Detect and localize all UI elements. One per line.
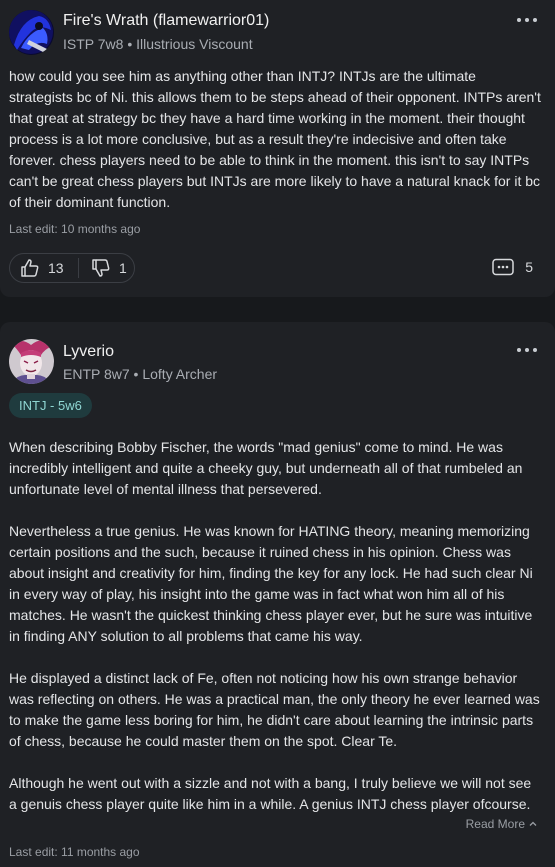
reaction-bar: 13 1 (9, 253, 135, 283)
dislike-button[interactable]: 1 (78, 258, 127, 278)
author-meta: ENTP 8w7 • Lofty Archer (63, 366, 218, 382)
like-count: 13 (48, 260, 64, 276)
thumbs-down-icon (92, 259, 110, 277)
more-options-icon[interactable] (517, 17, 537, 23)
avatar-image (9, 10, 54, 55)
post-paragraph: Although he went out with a sizzle and n… (9, 775, 532, 812)
post-paragraph: He displayed a distinct lack of Fe, ofte… (9, 670, 540, 749)
more-options-icon[interactable] (517, 347, 537, 353)
thumbs-up-icon (21, 259, 39, 277)
author-name[interactable]: Lyverio (63, 343, 114, 361)
like-button[interactable]: 13 (10, 254, 78, 282)
comment-icon (492, 258, 514, 276)
author-name[interactable]: Fire's Wrath (flamewarrior01) (63, 12, 269, 30)
comment-count: 5 (525, 259, 533, 275)
post-paragraph: Nevertheless a true genius. He was known… (9, 523, 533, 644)
avatar-image (9, 339, 54, 384)
last-edit-time: Last edit: 11 months ago (9, 845, 140, 859)
post-paragraph: When describing Bobby Fischer, the words… (9, 439, 523, 497)
post-body: how could you see him as anything other … (9, 66, 541, 213)
read-more-link[interactable]: Read More (466, 817, 538, 831)
post-body: When describing Bobby Fischer, the words… (9, 437, 541, 815)
comments-button[interactable]: 5 (492, 258, 533, 276)
post-card-1: Fire's Wrath (flamewarrior01) ISTP 7w8 •… (0, 0, 555, 297)
chevron-up-icon (529, 821, 537, 826)
last-edit-time: Last edit: 10 months ago (9, 222, 141, 236)
avatar[interactable] (9, 339, 54, 384)
dislike-count: 1 (119, 260, 127, 276)
author-meta: ISTP 7w8 • Illustrious Viscount (63, 36, 253, 52)
thread-page: Fire's Wrath (flamewarrior01) ISTP 7w8 •… (0, 0, 555, 867)
post-paragraph: how could you see him as anything other … (9, 68, 541, 210)
read-more-label: Read More (465, 817, 525, 831)
avatar[interactable] (9, 10, 54, 55)
vote-tag: INTJ - 5w6 (9, 393, 92, 418)
